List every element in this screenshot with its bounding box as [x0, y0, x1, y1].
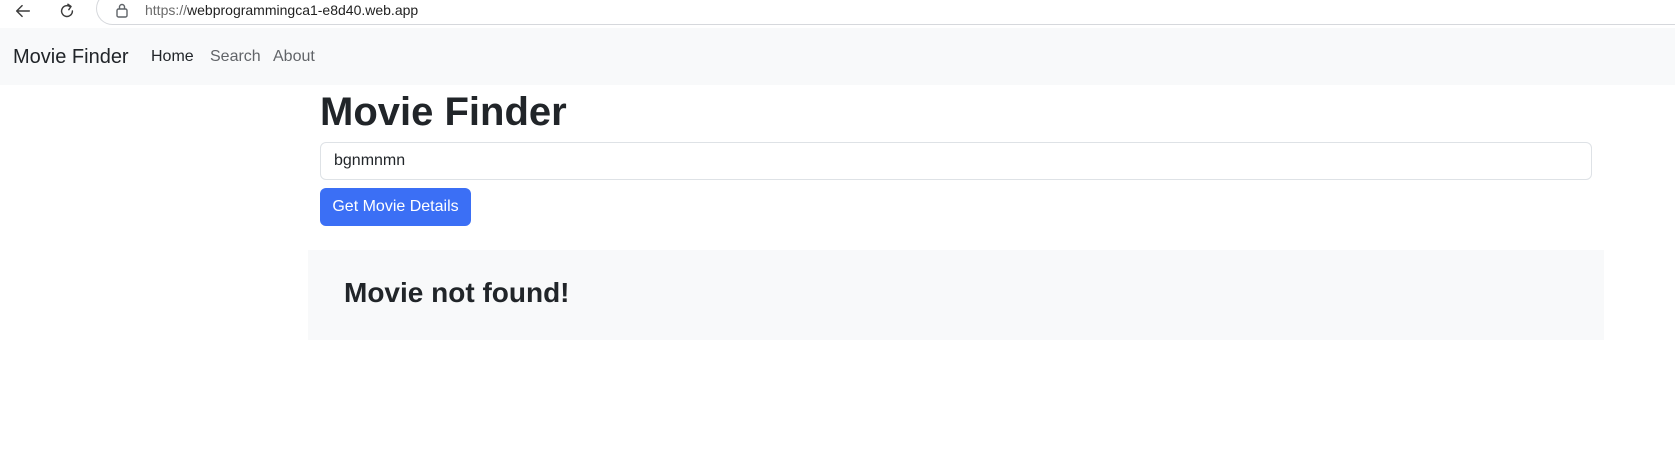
- nav-link-about[interactable]: About: [273, 48, 315, 66]
- url-text: https://webprogrammingca1-e8d40.web.app: [145, 2, 418, 18]
- page-title: Movie Finder: [320, 90, 567, 134]
- browser-toolbar: https://webprogrammingca1-e8d40.web.app: [0, 0, 1675, 27]
- nav-link-home[interactable]: Home: [151, 48, 194, 66]
- get-movie-details-button[interactable]: Get Movie Details: [320, 188, 471, 226]
- address-bar[interactable]: https://webprogrammingca1-e8d40.web.app: [96, 0, 1675, 25]
- nav-link-search[interactable]: Search: [210, 48, 261, 66]
- site-navbar: Movie Finder Home Search About: [0, 28, 1675, 85]
- reload-button[interactable]: [52, 0, 82, 22]
- navbar-brand[interactable]: Movie Finder: [13, 46, 129, 68]
- reload-icon: [60, 3, 74, 18]
- back-arrow-icon: [15, 4, 31, 18]
- url-host: webprogrammingca1-e8d40.web.app: [187, 2, 419, 18]
- result-message: Movie not found!: [344, 277, 570, 308]
- movie-search-input[interactable]: [320, 142, 1592, 180]
- back-button[interactable]: [8, 0, 38, 22]
- lock-icon: [116, 3, 128, 18]
- result-panel: Movie not found!: [308, 250, 1604, 340]
- url-prefix: https://: [145, 2, 188, 18]
